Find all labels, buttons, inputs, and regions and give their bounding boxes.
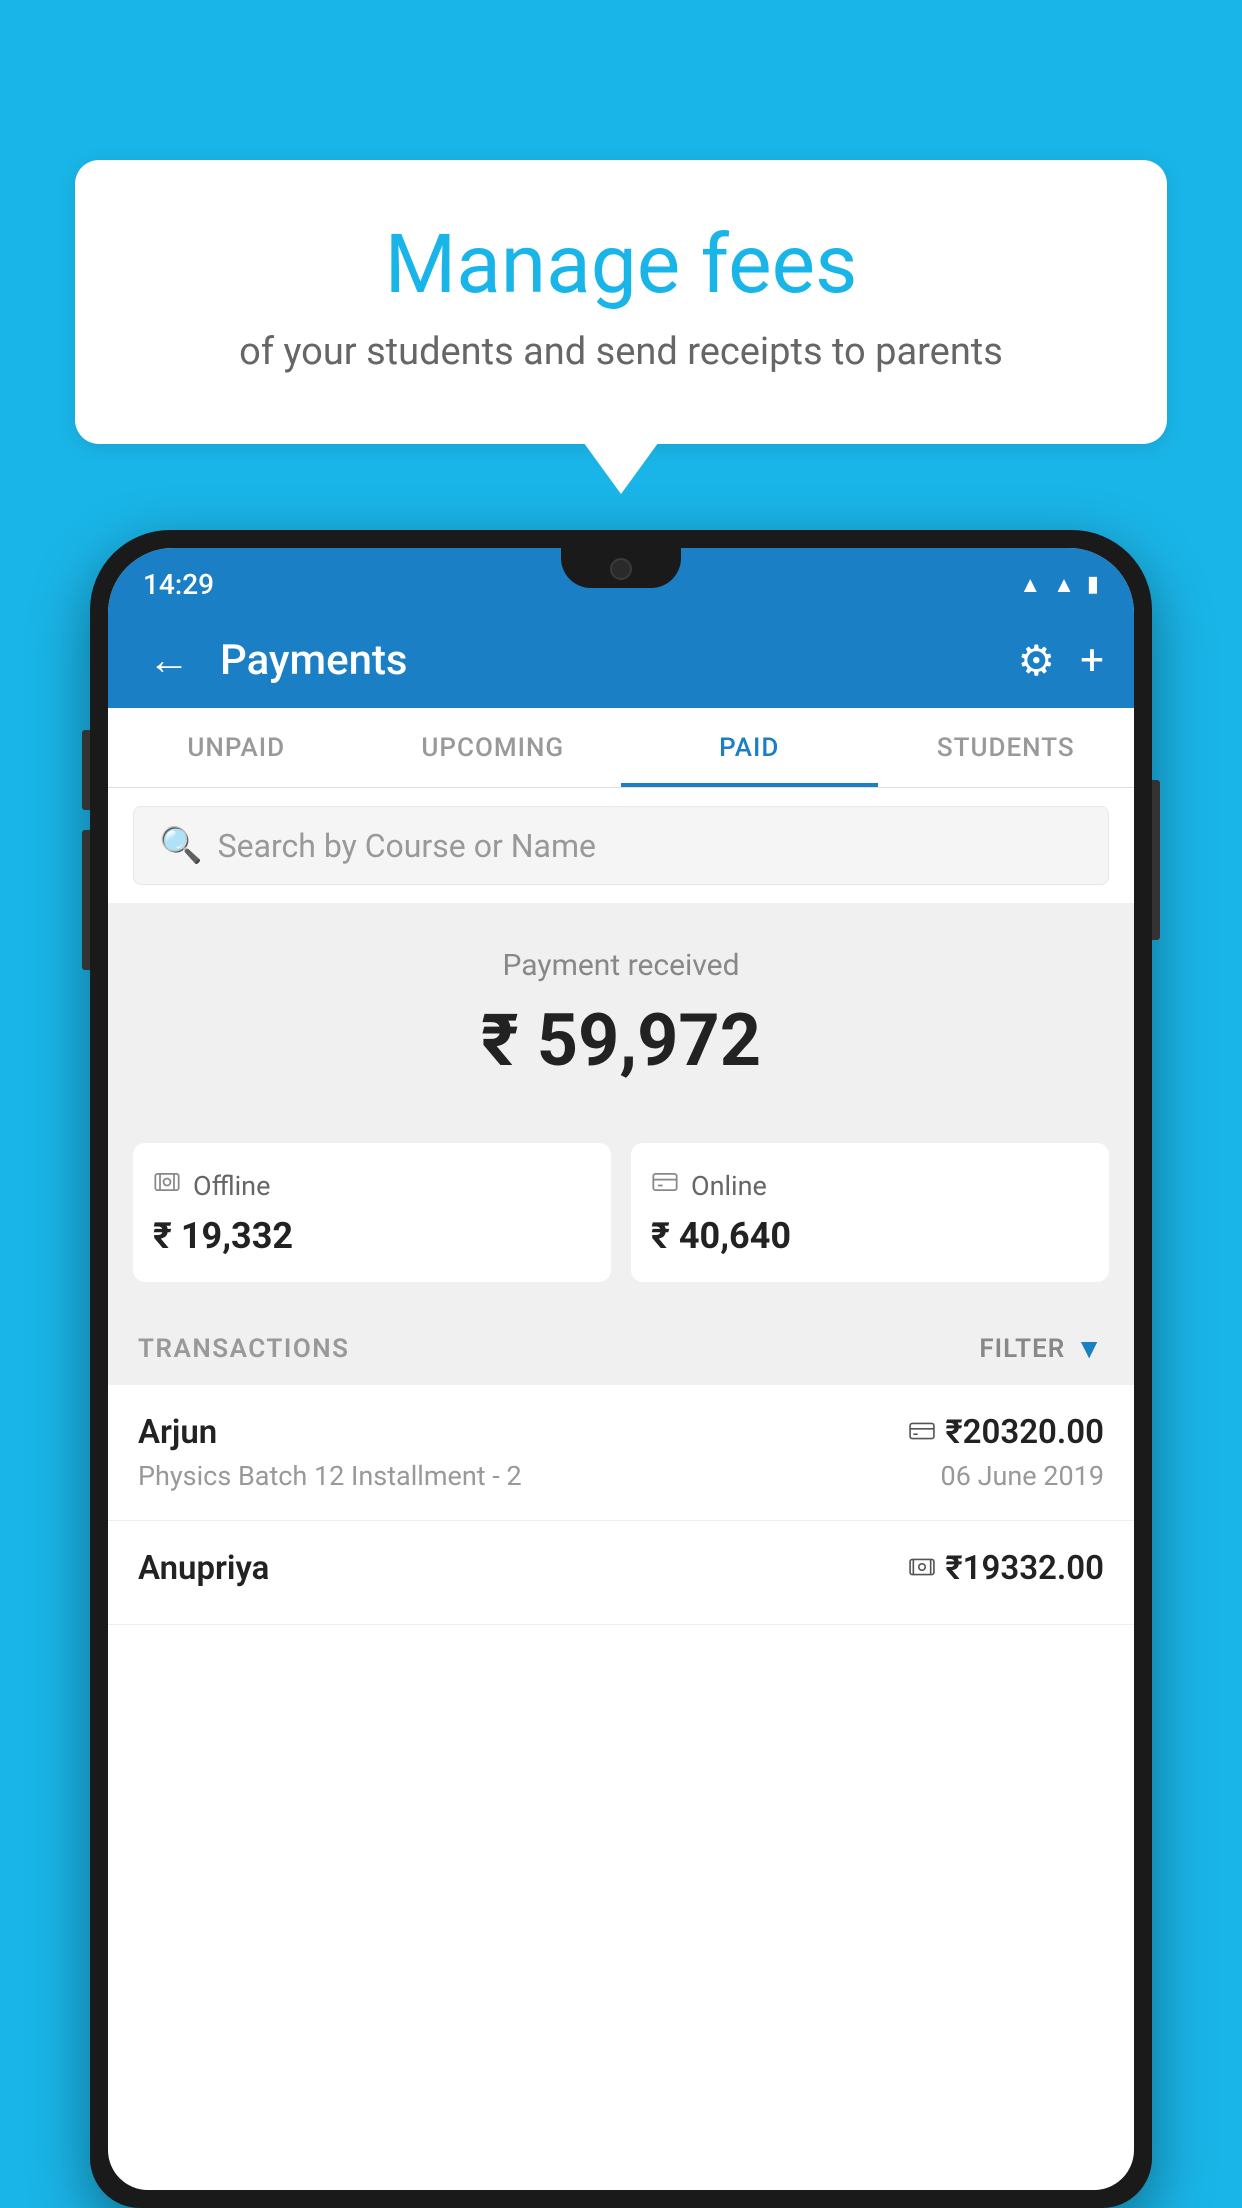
transaction-detail: Physics Batch 12 Installment - 2 (138, 1460, 522, 1492)
search-input[interactable]: Search by Course or Name (218, 827, 596, 865)
tab-students[interactable]: STUDENTS (878, 708, 1135, 787)
filter-button[interactable]: FILTER ▼ (979, 1332, 1104, 1365)
offline-icon (153, 1168, 181, 1203)
transaction-right: ₹19332.00 (909, 1549, 1104, 1596)
transactions-label: TRANSACTIONS (138, 1334, 350, 1364)
online-label: Online (691, 1170, 767, 1202)
app-title: Payments (220, 636, 998, 685)
online-card: Online ₹ 40,640 (631, 1143, 1109, 1282)
status-icons: ▲ ▲ ▮ (1019, 572, 1099, 598)
tooltip-container: Manage fees of your students and send re… (75, 160, 1167, 444)
app-bar: ← Payments ⚙ + (108, 613, 1134, 708)
online-icon (651, 1168, 679, 1203)
payment-cards: Offline ₹ 19,332 (108, 1143, 1134, 1312)
offline-card: Offline ₹ 19,332 (133, 1143, 611, 1282)
transaction-left: Arjun Physics Batch 12 Installment - 2 (138, 1413, 522, 1492)
tooltip-title: Manage fees (155, 220, 1087, 310)
wifi-icon: ▲ (1019, 572, 1041, 598)
app-bar-icons: ⚙ + (1018, 636, 1105, 686)
status-time: 14:29 (143, 568, 214, 601)
transaction-date: 06 June 2019 (909, 1460, 1104, 1492)
transaction-name: Arjun (138, 1413, 522, 1452)
filter-icon: ▼ (1075, 1332, 1104, 1365)
search-container: 🔍 Search by Course or Name (108, 788, 1134, 903)
filter-label: FILTER (979, 1334, 1065, 1364)
transaction-right: ₹20320.00 06 June 2019 (909, 1413, 1104, 1492)
gear-icon[interactable]: ⚙ (1018, 636, 1056, 686)
tab-upcoming[interactable]: UPCOMING (365, 708, 622, 787)
add-button[interactable]: + (1080, 636, 1104, 685)
transaction-name: Anupriya (138, 1549, 269, 1588)
offline-amount: ₹ 19,332 (153, 1215, 591, 1257)
transaction-list: Arjun Physics Batch 12 Installment - 2 (108, 1385, 1134, 1625)
online-card-header: Online (651, 1168, 1089, 1203)
volume-up-button (82, 730, 90, 810)
card-payment-icon (909, 1418, 935, 1448)
payment-amount: ₹ 59,972 (138, 998, 1104, 1083)
cash-payment-icon (909, 1554, 935, 1584)
payment-label: Payment received (138, 948, 1104, 983)
search-bar[interactable]: 🔍 Search by Course or Name (133, 806, 1109, 885)
offline-label: Offline (193, 1170, 270, 1202)
phone-screen: 14:29 ▲ ▲ ▮ ← Payments ⚙ + UNPAID (108, 548, 1134, 2190)
transaction-amount: ₹20320.00 (909, 1413, 1104, 1452)
phone-notch (561, 548, 681, 588)
tab-unpaid[interactable]: UNPAID (108, 708, 365, 787)
tooltip-box: Manage fees of your students and send re… (75, 160, 1167, 444)
table-row[interactable]: Arjun Physics Batch 12 Installment - 2 (108, 1385, 1134, 1521)
table-row[interactable]: Anupriya ₹1 (108, 1521, 1134, 1625)
transaction-left: Anupriya (138, 1549, 269, 1596)
tabs-container: UNPAID UPCOMING PAID STUDENTS (108, 708, 1134, 788)
tooltip-subtitle: of your students and send receipts to pa… (155, 330, 1087, 374)
volume-down-button (82, 830, 90, 970)
search-icon: 🔍 (159, 825, 203, 866)
camera-dot (610, 558, 632, 580)
transactions-header: TRANSACTIONS FILTER ▼ (108, 1312, 1134, 1385)
tab-paid[interactable]: PAID (621, 708, 878, 787)
offline-card-header: Offline (153, 1168, 591, 1203)
power-button (1152, 780, 1160, 940)
transaction-amount: ₹19332.00 (909, 1549, 1104, 1588)
back-button[interactable]: ← (138, 631, 200, 690)
phone-frame: 14:29 ▲ ▲ ▮ ← Payments ⚙ + UNPAID (90, 530, 1152, 2208)
payment-summary: Payment received ₹ 59,972 (108, 903, 1134, 1143)
online-amount: ₹ 40,640 (651, 1215, 1089, 1257)
signal-icon: ▲ (1053, 572, 1075, 598)
battery-icon: ▮ (1087, 572, 1099, 597)
